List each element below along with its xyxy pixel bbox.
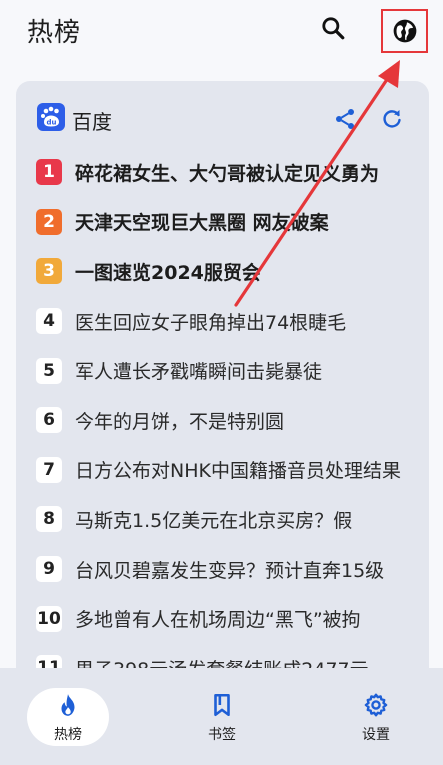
- globe-button[interactable]: [381, 9, 428, 53]
- item-title: 医生回应女子眼角掉出74根睫毛: [75, 311, 347, 334]
- bottom-nav: 热榜 书签 设置: [0, 668, 443, 765]
- hot-list-screen: 热榜 du 百度 1 碎花裙女生、大勺哥被认定见义勇为 2 天津天空现巨大黑圈 …: [0, 0, 443, 765]
- rank-badge: 5: [36, 357, 62, 384]
- rank-badge: 2: [36, 208, 62, 235]
- svg-text:du: du: [47, 119, 57, 127]
- item-title: 军人遭长矛戳嘴瞬间击毙暴徒: [75, 361, 323, 383]
- search-icon: [322, 17, 345, 40]
- source-name: 百度: [72, 110, 112, 134]
- item-title: 台风贝碧嘉发生变异？预计直奔15级: [75, 559, 385, 582]
- nav-settings-label: 设置: [362, 727, 390, 743]
- list-item[interactable]: 1 碎花裙女生、大勺哥被认定见义勇为: [16, 152, 429, 192]
- bookmark-icon: [214, 693, 230, 717]
- rank-badge: 7: [36, 456, 62, 483]
- gear-icon: [364, 693, 388, 717]
- rank-badge: 4: [36, 308, 62, 334]
- list-item[interactable]: 3 一图速览2024服贸会: [16, 251, 429, 291]
- list-item[interactable]: 4 医生回应女子眼角掉出74根睫毛: [16, 301, 429, 341]
- list-item[interactable]: 10 多地曾有人在机场周边“黑飞”被拘: [16, 599, 429, 639]
- nav-settings-tab[interactable]: 设置: [340, 668, 412, 765]
- list-item[interactable]: 8 马斯克1.5亿美元在北京买房？假: [16, 499, 429, 539]
- app-title: 热榜: [27, 18, 82, 48]
- item-title: 天津天空现巨大黑圈 网友破案: [75, 212, 329, 234]
- share-icon: [336, 109, 354, 129]
- hot-list-card: du 百度 1 碎花裙女生、大勺哥被认定见义勇为 2 天津天空现巨大黑圈 网友破…: [16, 81, 429, 721]
- nav-bookmarks-label: 书签: [208, 727, 236, 743]
- list-item[interactable]: 9 台风贝碧嘉发生变异？预计直奔15级: [16, 549, 429, 589]
- item-title: 马斯克1.5亿美元在北京买房？假: [75, 509, 353, 532]
- nav-hot-tab[interactable]: 热榜: [27, 668, 109, 765]
- item-title: 一图速览2024服贸会: [75, 261, 261, 284]
- share-button[interactable]: [331, 105, 359, 133]
- list-item[interactable]: 5 军人遭长矛戳嘴瞬间击毙暴徒: [16, 351, 429, 391]
- item-title: 多地曾有人在机场周边“黑飞”被拘: [75, 609, 361, 631]
- search-button[interactable]: [315, 10, 351, 46]
- top-bar: 热榜: [0, 0, 443, 62]
- list-item[interactable]: 2 天津天空现巨大黑圈 网友破案: [16, 202, 429, 242]
- globe-icon: [393, 19, 416, 43]
- rank-badge: 10: [36, 605, 62, 632]
- rank-badge: 9: [36, 556, 62, 582]
- flame-icon: [61, 694, 75, 716]
- item-title: 碎花裙女生、大勺哥被认定见义勇为: [75, 162, 380, 185]
- rank-badge: 6: [36, 407, 62, 433]
- item-title: 今年的月饼，不是特别圆: [75, 410, 285, 433]
- rank-badge: 8: [36, 506, 62, 532]
- refresh-button[interactable]: [378, 105, 406, 133]
- rank-badge: 3: [36, 258, 62, 284]
- refresh-icon: [383, 110, 401, 128]
- baidu-paw-icon: du: [37, 103, 65, 131]
- card-header: du 百度: [16, 81, 429, 139]
- rank-badge: 1: [36, 159, 62, 185]
- nav-bookmarks-tab[interactable]: 书签: [186, 668, 258, 765]
- list-item[interactable]: 7 日方公布对NHK中国籍播音员处理结果: [16, 450, 429, 490]
- list-item[interactable]: 6 今年的月饼，不是特别圆: [16, 400, 429, 440]
- item-title: 日方公布对NHK中国籍播音员处理结果: [75, 460, 401, 482]
- nav-hot-label: 热榜: [54, 727, 82, 743]
